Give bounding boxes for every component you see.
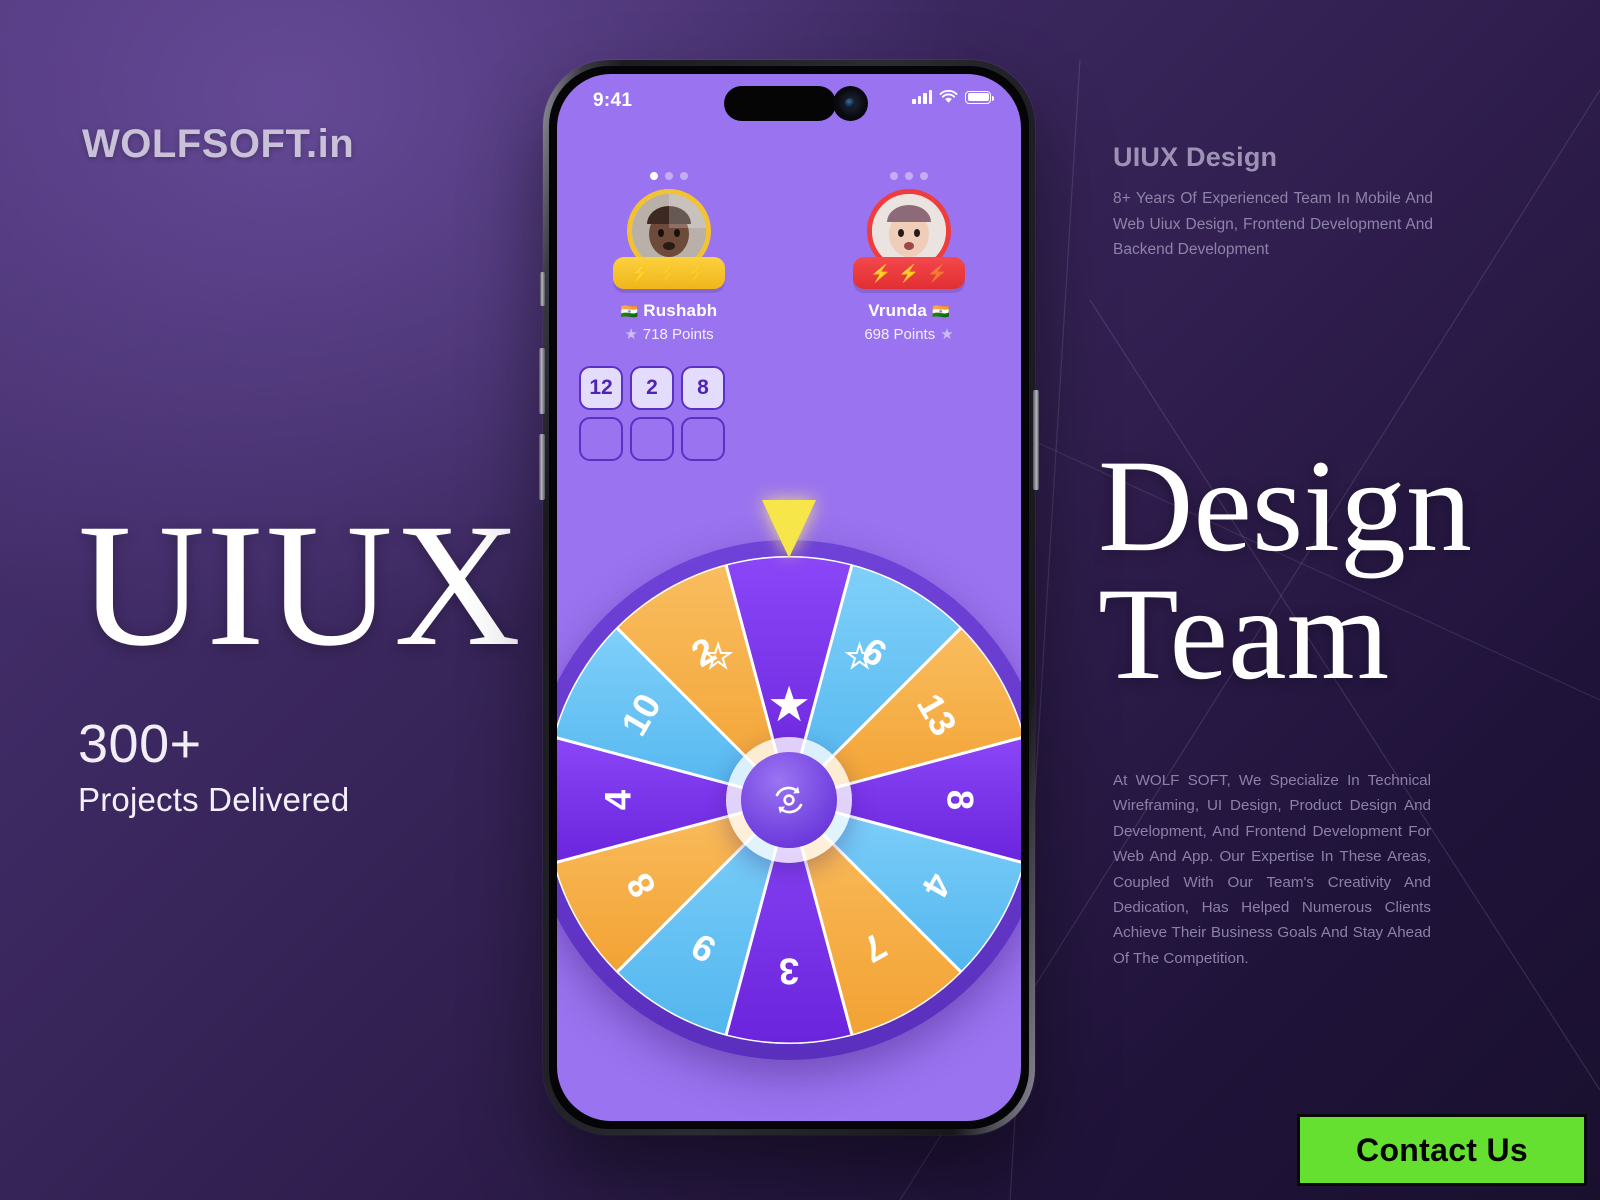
tile[interactable]: 8 xyxy=(681,366,725,410)
refresh-spin-icon xyxy=(775,786,803,814)
guess-tiles-grid: 12 2 8 xyxy=(579,366,725,461)
player-1-points-row: ★ 718 Points xyxy=(579,325,759,344)
phone-screen: 9:41 ⚡ ⚡ ⚡ 🇮🇳 Rushabh ★ 718 Points ⚡ ⚡ ⚡… xyxy=(557,74,1021,1121)
bolt-icon: ⚡ xyxy=(630,263,652,283)
tile[interactable]: 2 xyxy=(630,366,674,410)
tile[interactable]: 12 xyxy=(579,366,623,410)
about-paragraph: At WOLF SOFT, We Specialize In Technical… xyxy=(1113,772,1431,967)
wheel-segment-label: 4 xyxy=(598,789,639,810)
wheel-segment-star-icon: ★ xyxy=(767,678,811,732)
cellular-bars-icon xyxy=(912,90,932,104)
star-icon: ★ xyxy=(940,326,954,343)
wheel-segment-label: 8 xyxy=(939,790,980,810)
page-title: UIUX xyxy=(78,488,522,683)
tile[interactable] xyxy=(630,417,674,461)
player-1-avatar-wrap: ⚡ ⚡ ⚡ xyxy=(613,189,725,289)
section-eyebrow-body: 8+ Years Of Experienced Team In Mobile A… xyxy=(1113,190,1433,258)
star-icon: ★ xyxy=(624,326,638,343)
battery-icon xyxy=(965,90,994,104)
volume-down-button[interactable] xyxy=(539,434,545,500)
spin-button-inner xyxy=(741,752,837,848)
bolt-icon: ⚡ xyxy=(686,263,708,283)
brand-logo: WOLFSOFT.in xyxy=(82,122,355,166)
bolt-icon: ⚡ xyxy=(926,263,948,283)
player-1-name: Rushabh xyxy=(643,301,718,320)
front-camera-icon xyxy=(833,86,868,121)
phone-bezel: 9:41 ⚡ ⚡ ⚡ 🇮🇳 Rushabh ★ 718 Points ⚡ ⚡ ⚡… xyxy=(549,66,1029,1129)
player-2-name: Vrunda xyxy=(868,301,928,320)
tile[interactable] xyxy=(681,417,725,461)
wheel-outline-star-icon: ★ xyxy=(704,638,732,674)
player-2-dots xyxy=(819,172,999,180)
status-bar: 9:41 xyxy=(557,74,1021,132)
player-2-points-row: 698 Points ★ xyxy=(819,325,999,344)
player-2-name-row: Vrunda 🇮🇳 xyxy=(819,301,999,321)
section-eyebrow: UIUX Design xyxy=(1113,142,1278,172)
wheel-segment-label: 3 xyxy=(779,950,799,991)
player-card-vrunda[interactable]: ⚡ ⚡ ⚡ Vrunda 🇮🇳 698 Points ★ xyxy=(819,172,999,343)
wheel-area: ★ 6 13 8 4 7 3 9 8 4 10 2 ★ ★ xyxy=(557,474,1021,1121)
player-card-rushabh[interactable]: ⚡ ⚡ ⚡ 🇮🇳 Rushabh ★ 718 Points xyxy=(579,172,759,343)
spin-button[interactable] xyxy=(726,737,852,863)
contact-us-button[interactable]: Contact Us xyxy=(1297,1114,1587,1186)
flag-icon: 🇮🇳 xyxy=(620,302,639,319)
player-1-name-row: 🇮🇳 Rushabh xyxy=(579,301,759,321)
bolt-icon: ⚡ xyxy=(898,263,920,283)
player-1-points: 718 Points xyxy=(642,325,714,343)
bolt-icon: ⚡ xyxy=(870,263,892,283)
player-1-dots xyxy=(579,172,759,180)
wheel-pointer-icon xyxy=(762,500,816,558)
wifi-icon xyxy=(939,90,958,103)
hero-title: Design Team xyxy=(1098,432,1568,708)
mute-switch[interactable] xyxy=(540,272,545,306)
status-indicators xyxy=(912,90,994,104)
wheel-outline-star-icon: ★ xyxy=(846,638,874,674)
player-2-energy-badge: ⚡ ⚡ ⚡ xyxy=(853,257,965,289)
player-1-energy-badge: ⚡ ⚡ ⚡ xyxy=(613,257,725,289)
status-time: 9:41 xyxy=(593,90,633,111)
hero-title-line2: Team xyxy=(1098,560,1390,708)
projects-count: 300+ xyxy=(78,713,202,774)
tile[interactable] xyxy=(579,417,623,461)
phone-mockup: 9:41 ⚡ ⚡ ⚡ 🇮🇳 Rushabh ★ 718 Points ⚡ ⚡ ⚡… xyxy=(539,60,1039,1135)
left-hero: UIUX 300+ Projects Delivered xyxy=(78,488,522,819)
hero-title-line1: Design xyxy=(1098,432,1472,579)
bolt-icon: ⚡ xyxy=(658,263,680,283)
dynamic-island xyxy=(724,86,837,121)
player-2-points: 698 Points xyxy=(864,325,936,343)
projects-label: Projects Delivered xyxy=(78,780,350,818)
players-row: ⚡ ⚡ ⚡ 🇮🇳 Rushabh ★ 718 Points ⚡ ⚡ ⚡ Vrun… xyxy=(557,172,1021,362)
volume-up-button[interactable] xyxy=(539,348,545,414)
power-button[interactable] xyxy=(1033,390,1039,490)
player-2-avatar-wrap: ⚡ ⚡ ⚡ xyxy=(853,189,965,289)
flag-icon: 🇮🇳 xyxy=(932,302,950,319)
